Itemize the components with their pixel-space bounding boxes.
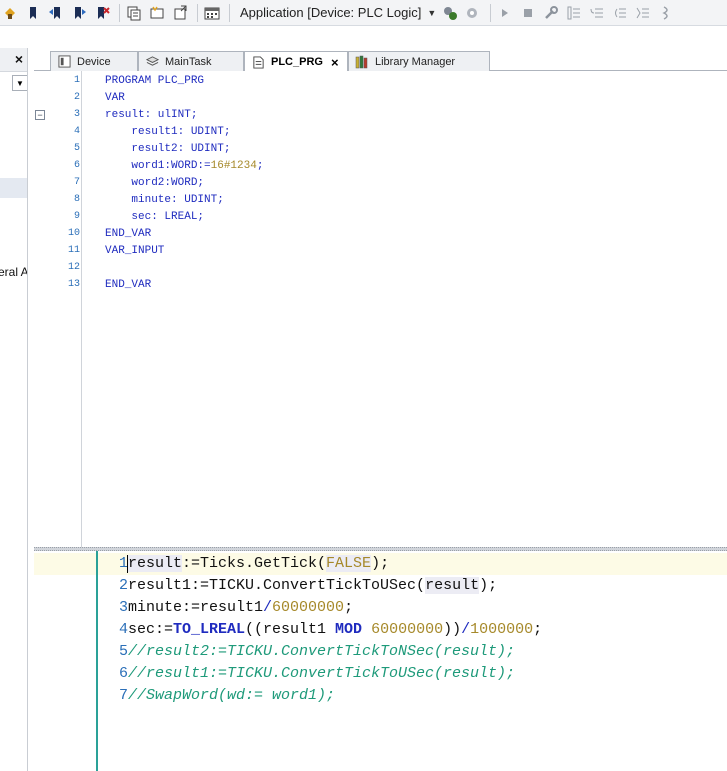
toolbar-separator (229, 3, 230, 22)
code-text: result:=Ticks.GetTick(FALSE); (128, 555, 390, 572)
run-icon[interactable] (495, 3, 515, 23)
code-text: result2: UDINT; (105, 142, 231, 155)
line-number: 12 (67, 262, 80, 273)
prev-bookmark-icon[interactable] (46, 3, 66, 23)
tab-label: MainTask (165, 55, 212, 68)
line-number: 11 (67, 245, 80, 256)
code-line[interactable]: 5 //result2:=TICKU.ConvertTickToNSec(res… (34, 641, 727, 663)
build-icon[interactable] (440, 3, 460, 23)
line-number: 1 (73, 75, 80, 86)
code-text: PROGRAM PLC_PRG (105, 74, 205, 87)
line-number: 5 (118, 643, 128, 660)
stop-icon[interactable] (518, 3, 538, 23)
tab-library-manager[interactable]: Library Manager (348, 51, 490, 71)
code-text: result: ulINT; (105, 108, 198, 121)
chevron-down-icon[interactable]: ▼ (12, 75, 27, 91)
reset-icon[interactable] (541, 3, 561, 23)
code-text: sec: LREAL; (105, 210, 205, 223)
line-number: 4 (73, 126, 80, 137)
code-line[interactable]: 4 sec:=TO_LREAL((result1 MOD 60000000))/… (34, 619, 727, 641)
gutter-divider (81, 71, 82, 547)
login-icon[interactable] (0, 3, 20, 23)
toolbar-separator (197, 3, 198, 22)
next-bookmark-icon[interactable] (69, 3, 89, 23)
editor-tabs: Device MainTask PLC_PRG × Library Manage… (34, 51, 727, 72)
line-number: 3 (73, 109, 80, 120)
tab-label: Device (77, 55, 111, 68)
application-selector-label: Application [Device: PLC Logic] (240, 5, 422, 20)
task-icon (145, 55, 159, 69)
rebuild-icon[interactable] (463, 3, 483, 23)
tab-label: PLC_PRG (271, 56, 323, 68)
code-line[interactable]: 7 //SwapWord(wd:= word1); (34, 685, 727, 707)
line-number: 2 (118, 577, 128, 594)
close-icon[interactable]: × (331, 55, 339, 70)
line-number: 6 (73, 160, 80, 171)
selected-tree-item[interactable] (0, 178, 27, 198)
text-caret (127, 555, 128, 573)
toolbar-gap (28, 27, 727, 49)
code-text: minute: UDINT; (105, 193, 224, 206)
bookmark-icon[interactable] (23, 3, 43, 23)
application-selector[interactable]: Application [Device: PLC Logic] ▼ (236, 3, 440, 23)
line-number: 4 (118, 621, 128, 638)
code-line[interactable]: 2 result1:=TICKU.ConvertTickToUSec(resul… (34, 575, 727, 597)
pou-icon (251, 55, 265, 69)
line-number: 5 (73, 143, 80, 154)
clear-bookmark-icon[interactable] (92, 3, 112, 23)
line-number: 10 (67, 228, 80, 239)
code-line[interactable]: 3 minute:=result1/60000000; (34, 597, 727, 619)
device-icon (57, 55, 71, 69)
code-text: END_VAR (105, 278, 152, 291)
code-text: minute:=result1/60000000; (128, 599, 354, 616)
tree-item-label[interactable]: eral Ax (0, 265, 27, 279)
copy-icon[interactable] (124, 3, 144, 23)
main-toolbar: Application [Device: PLC Logic] ▼ (0, 0, 727, 26)
tab-plc-prg[interactable]: PLC_PRG × (244, 51, 348, 72)
line-number: 2 (73, 92, 80, 103)
step-over-icon[interactable] (587, 3, 607, 23)
line-number: 3 (118, 599, 128, 616)
tab-label: Library Manager (375, 55, 456, 68)
step-out-icon[interactable] (610, 3, 630, 23)
left-panel-header: × (0, 48, 27, 72)
insert-icon[interactable] (147, 3, 167, 23)
code-text: END_VAR (105, 227, 152, 240)
toolbar-separator (490, 3, 492, 22)
code-comment: //SwapWord(wd:= word1); (128, 687, 336, 704)
code-text: sec:=TO_LREAL((result1 MOD 60000000))/10… (128, 621, 543, 638)
code-text: VAR (105, 91, 125, 104)
code-text: word2:WORD; (105, 176, 205, 189)
breakpoint-icon[interactable] (633, 3, 653, 23)
tab-device[interactable]: Device (50, 51, 138, 71)
code-text: VAR_INPUT (105, 244, 165, 257)
code-comment: //result2:=TICKU.ConvertTickToNSec(resul… (128, 643, 516, 660)
step-icon[interactable] (656, 3, 676, 23)
line-number: 13 (67, 279, 80, 290)
library-icon (355, 55, 369, 69)
line-number: 8 (73, 194, 80, 205)
toolbar-separator (119, 3, 120, 22)
close-icon[interactable]: × (15, 51, 23, 67)
export-icon[interactable] (170, 3, 190, 23)
code-text: word1:WORD:=16#1234; (105, 159, 264, 172)
chevron-down-icon: ▼ (427, 7, 437, 18)
tab-maintask[interactable]: MainTask (138, 51, 244, 71)
line-number: 1 (118, 555, 128, 572)
calendar-icon[interactable] (202, 3, 222, 23)
gutter-divider (96, 551, 98, 771)
code-line-current[interactable]: 1 result:=Ticks.GetTick(FALSE); (34, 553, 727, 575)
code-comment: //result1:=TICKU.ConvertTickToUSec(resul… (128, 665, 516, 682)
code-line[interactable]: 6 //result1:=TICKU.ConvertTickToUSec(res… (34, 663, 727, 685)
code-text: result1:=TICKU.ConvertTickToUSec(result)… (128, 577, 498, 594)
line-number: 7 (118, 687, 128, 704)
numeric-literal: 16#1234 (210, 159, 257, 172)
code-text: result1: UDINT; (105, 125, 231, 138)
line-number: 9 (73, 211, 80, 222)
line-number: 7 (73, 177, 80, 188)
step-into-icon[interactable] (564, 3, 584, 23)
line-number: 6 (118, 665, 128, 682)
left-panel: × ▼ eral Ax (0, 48, 28, 771)
